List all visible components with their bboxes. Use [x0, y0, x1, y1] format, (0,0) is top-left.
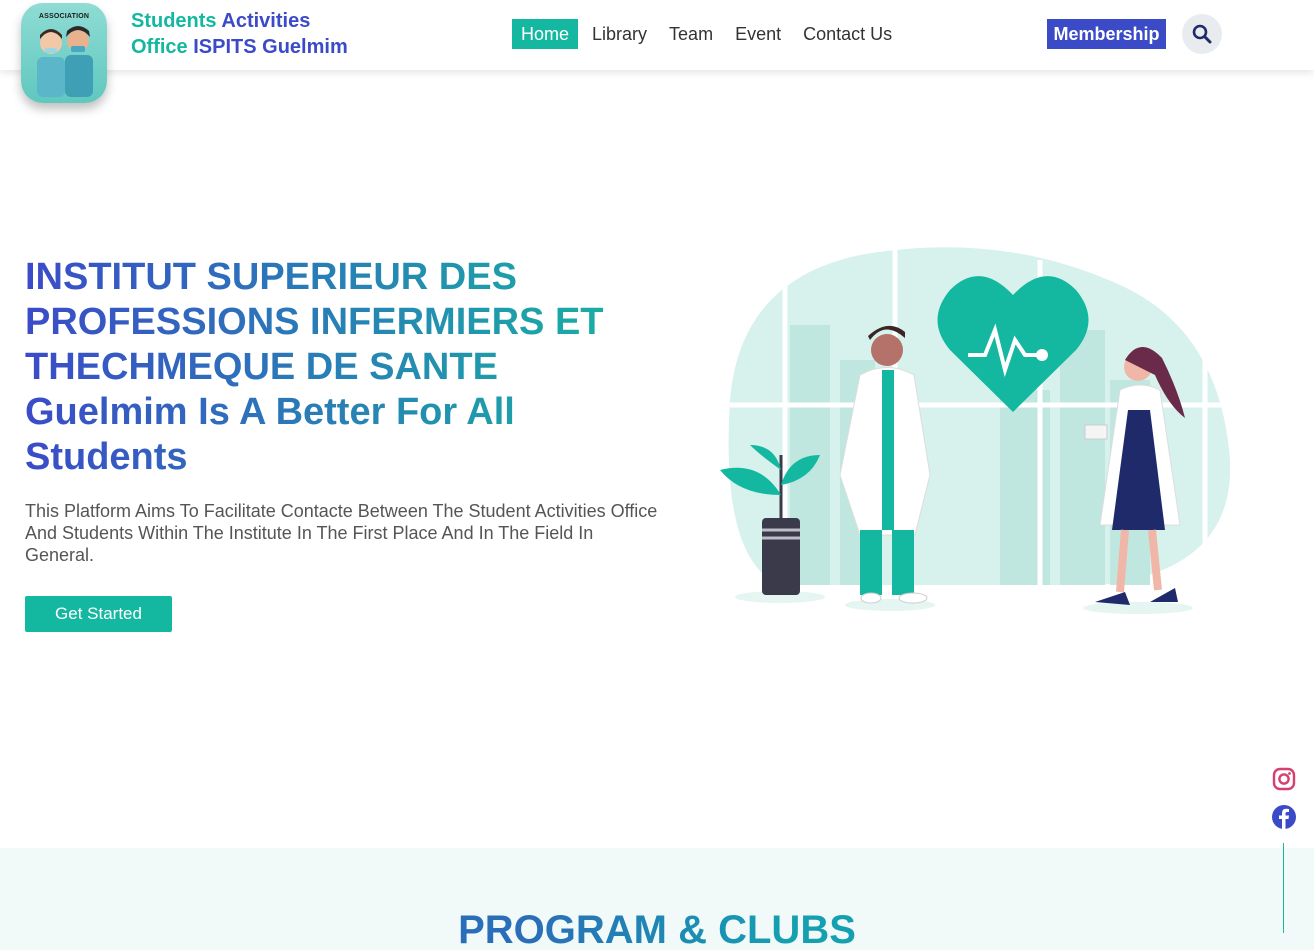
get-started-button[interactable]: Get Started	[25, 596, 172, 632]
program-clubs-section: PROGRAM & CLUBS	[0, 848, 1314, 950]
membership-button[interactable]: Membership	[1047, 19, 1166, 49]
instagram-icon	[1272, 767, 1296, 791]
program-clubs-title: PROGRAM & CLUBS	[0, 908, 1314, 950]
nav-contact-us[interactable]: Contact Us	[792, 19, 903, 49]
brand-title[interactable]: Students Activities Office ISPITS Guelmi…	[131, 8, 348, 60]
nav-library[interactable]: Library	[581, 19, 658, 49]
search-icon	[1192, 24, 1212, 44]
brand-word-office: Office	[131, 36, 188, 58]
doctors-illustration	[720, 247, 1235, 614]
logo-text: ASSOCIATION	[38, 13, 90, 20]
search-button[interactable]	[1182, 14, 1222, 54]
nav-home[interactable]: Home	[512, 19, 579, 49]
brand-word-ispits: ISPITS Guelmim	[193, 36, 348, 58]
association-logo[interactable]: ASSOCIATION	[21, 3, 107, 103]
site-header: ASSOCIATION Students Activities Office I…	[0, 0, 1314, 103]
brand-word-activities: Activities	[221, 10, 311, 32]
hero-title: INSTITUT SUPERIEUR DES PROFESSIONS INFER…	[25, 255, 665, 480]
social-links	[1270, 765, 1298, 841]
brand-word-students: Students	[131, 10, 217, 32]
brand-line-2: Office ISPITS Guelmim	[131, 34, 348, 60]
brand-line-1: Students Activities	[131, 8, 348, 34]
social-divider-line	[1283, 843, 1284, 933]
main-nav: Home Library Team Event Contact Us	[512, 19, 903, 49]
facebook-link[interactable]	[1270, 803, 1298, 831]
facebook-icon	[1272, 805, 1296, 829]
nav-team[interactable]: Team	[658, 19, 724, 49]
nav-event[interactable]: Event	[724, 19, 792, 49]
instagram-link[interactable]	[1270, 765, 1298, 793]
hero-description: This Platform Aims To Facilitate Contact…	[25, 501, 658, 565]
